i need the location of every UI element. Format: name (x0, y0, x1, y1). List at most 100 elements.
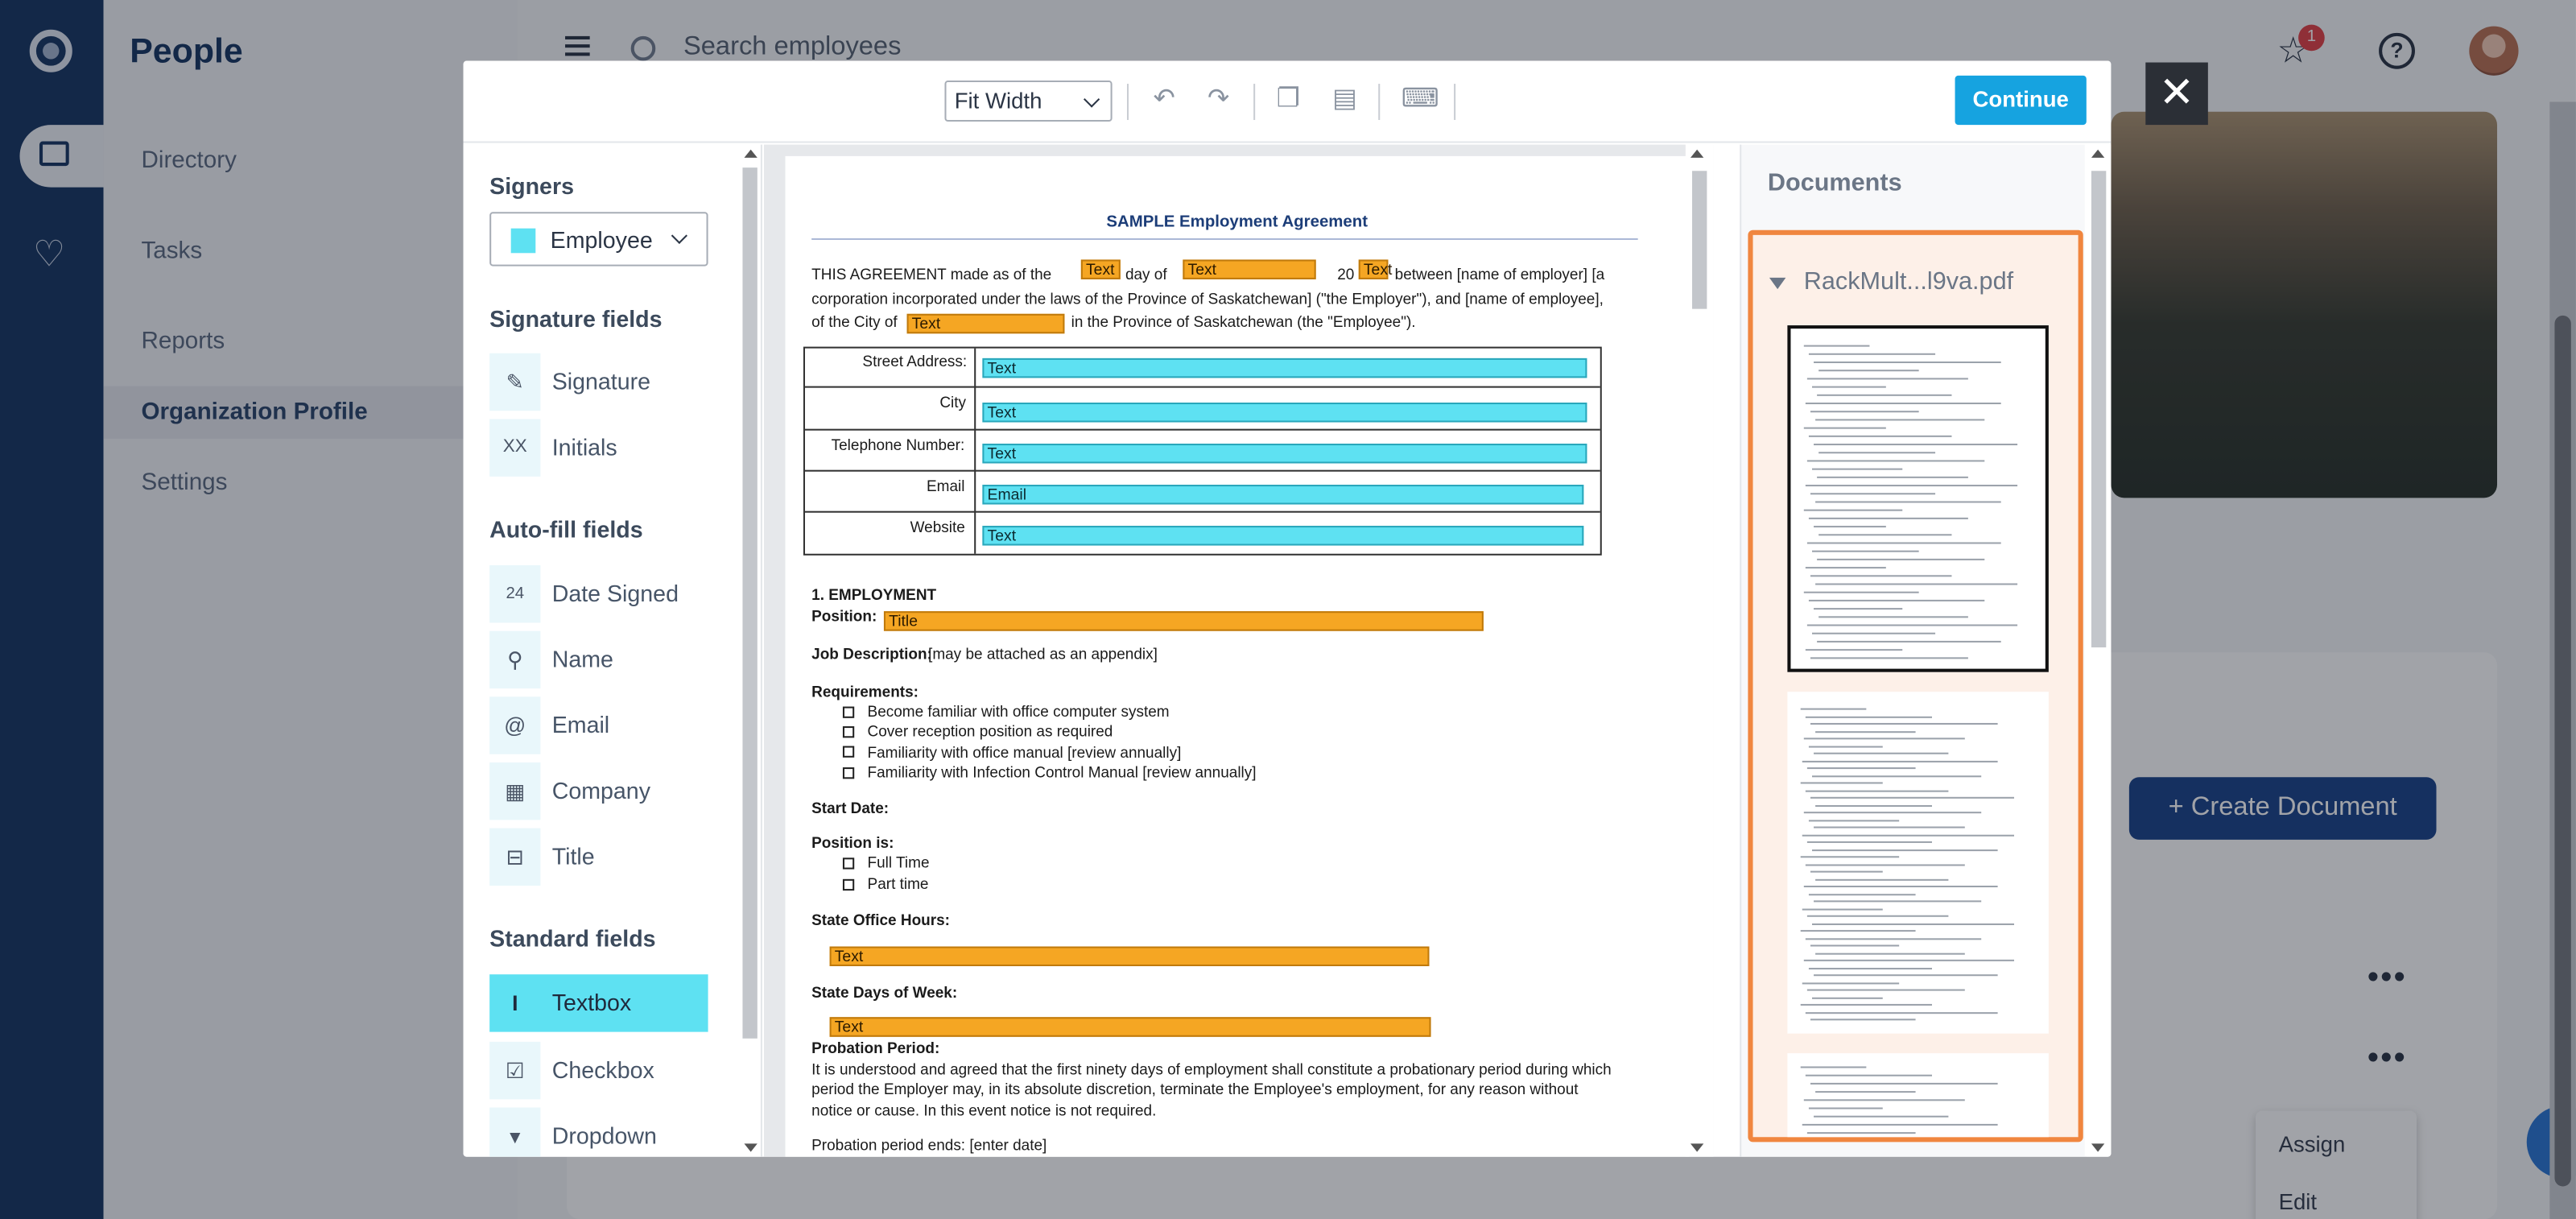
thumbnail-text-line (1802, 981, 1900, 984)
close-icon[interactable]: ✕ (2145, 62, 2208, 126)
thumbnail-text-line (1803, 738, 1965, 740)
thumbnail-text-line (1810, 796, 2015, 799)
field-company[interactable]: ▦ Company (489, 762, 708, 820)
zoom-select[interactable]: Fit Width (944, 80, 1113, 122)
intro-text: of the City of (811, 313, 898, 331)
field-signature[interactable]: ✎ Signature (489, 353, 708, 411)
thumbnail-text-line (1810, 722, 1998, 725)
thumbnail-text-line (1818, 534, 1952, 536)
continue-button[interactable]: Continue (1955, 75, 2087, 126)
scroll-down-icon[interactable] (744, 1143, 758, 1152)
probation-text: period the Employer may, in its absolute… (811, 1081, 1579, 1098)
standard-fields-heading: Standard fields (489, 924, 656, 952)
thumbnail-text-line (1814, 444, 2018, 446)
thumbnail-text-line (1814, 526, 1886, 528)
checkbox (842, 878, 855, 891)
thumbnail-text-line (1814, 974, 1998, 977)
checkbox (842, 857, 855, 870)
thumbnail-text-line (1812, 775, 1982, 777)
scrollbar-thumb[interactable] (2091, 171, 2107, 648)
intro-text: corporation incorporated under the laws … (811, 291, 1604, 308)
document-scrollbar[interactable] (1685, 144, 1714, 1157)
probation-label: Probation Period: (811, 1039, 940, 1057)
scroll-up-icon[interactable] (744, 149, 758, 158)
field-dropdown[interactable]: ▾ Dropdown (489, 1107, 708, 1157)
toolbar-divider (1454, 84, 1456, 120)
thumbnail-text-line (1802, 833, 2015, 836)
undo-icon[interactable]: ↶ (1154, 85, 1175, 115)
thumbnail-text-line (1815, 730, 1916, 733)
thumbnail-text-line (1818, 452, 1936, 454)
thumbnail-text-line (1808, 353, 1936, 355)
field-textbox[interactable]: I Textbox (489, 974, 708, 1032)
field-label: Email (551, 711, 610, 738)
field-date-signed[interactable]: 24 Date Signed (489, 565, 708, 623)
thumbnail-text-line (1800, 708, 1867, 710)
redo-icon[interactable]: ↷ (1208, 85, 1229, 115)
signer-select[interactable]: Employee (489, 212, 708, 267)
thumbnail-text-line (1812, 632, 1936, 634)
thumbnail-text-line (1806, 460, 1985, 462)
year-text-field[interactable]: Text (1358, 259, 1392, 279)
thumbnail-text-line (1810, 1019, 1916, 1021)
page-thumbnail-3[interactable] (1787, 1053, 2049, 1138)
thumbnail-text-line (1814, 1115, 1949, 1118)
documents-scrollbar[interactable] (2086, 144, 2112, 1157)
position-title-field[interactable]: Title (883, 611, 1484, 631)
intro-text: 20 (1337, 266, 1355, 283)
thumbnail-text-line (1815, 583, 2018, 585)
thumbnail-text-line (1815, 1091, 1916, 1093)
thumbnail-text-line (1812, 849, 1998, 851)
thumbnail-text-line (1805, 649, 1903, 651)
copy-icon[interactable]: ❐ (1277, 85, 1300, 115)
paste-icon[interactable]: ▤ (1332, 85, 1357, 115)
briefcase-icon: ⊟ (489, 828, 541, 886)
field-name[interactable]: ⚲ Name (489, 630, 708, 689)
scroll-down-icon[interactable] (2091, 1143, 2105, 1152)
thumbnail-text-line (1803, 959, 2015, 961)
page-thumbnail-1[interactable] (1787, 325, 2049, 672)
scroll-up-icon[interactable] (1690, 149, 1704, 158)
email-field[interactable]: Email (982, 485, 1584, 505)
checkbox (842, 726, 855, 738)
scrollbar-thumb[interactable] (1692, 171, 1707, 309)
telephone-field[interactable]: Text (982, 444, 1587, 464)
thumbnail-text-line (1808, 1107, 1883, 1109)
keyboard-icon[interactable]: ⌨ (1402, 85, 1439, 115)
field-checkbox[interactable]: ☑ Checkbox (489, 1041, 708, 1100)
month-text-field[interactable]: Text (1183, 259, 1316, 279)
days-of-week-label: State Days of Week: (811, 984, 958, 1001)
document-editor-modal: Fit Width ↶ ↷ ❐ ▤ ⌨ Continue Signers Emp… (463, 60, 2112, 1157)
scrollbar-thumb[interactable] (742, 167, 758, 1039)
city-field[interactable]: Text (982, 402, 1587, 423)
fields-panel: Signers Employee Signature fields ✎ Sign… (463, 144, 740, 1157)
zoom-value: Fit Width (954, 89, 1042, 114)
position-option: Full Time (867, 854, 930, 871)
thumbnail-text-line (1808, 745, 1883, 747)
day-text-field[interactable]: Text (1080, 259, 1121, 279)
thumbnail-text-line (1815, 419, 1985, 421)
address-table: Street Address: Text City Text Telephone… (803, 346, 1602, 556)
collapse-triangle-icon[interactable] (1769, 277, 1786, 290)
office-hours-label: State Office Hours: (811, 911, 950, 929)
street-address-field[interactable]: Text (982, 357, 1587, 378)
thumbnail-text-line (1814, 900, 1982, 903)
office-hours-field[interactable]: Text (829, 946, 1430, 966)
days-of-week-field[interactable]: Text (829, 1017, 1431, 1037)
field-email[interactable]: @ Email (489, 696, 708, 754)
field-initials[interactable]: XX Initials (489, 419, 708, 477)
field-label: Dropdown (551, 1122, 657, 1149)
field-title[interactable]: ⊟ Title (489, 828, 708, 886)
fields-scrollbar[interactable] (739, 144, 762, 1157)
document-group[interactable]: RackMult...l9va.pdf (1748, 229, 2083, 1143)
thumbnail-text-line (1806, 542, 2001, 544)
table-row: Street Address: Text (804, 349, 1600, 388)
thumbnail-text-line (1812, 468, 1903, 470)
city-text-field[interactable]: Text (906, 313, 1065, 334)
page-thumbnail-2[interactable] (1787, 692, 2049, 1034)
thumbnail-text-line (1800, 1003, 1932, 1006)
scroll-down-icon[interactable] (1690, 1143, 1704, 1152)
scroll-up-icon[interactable] (2091, 149, 2105, 158)
checkbox (842, 767, 855, 779)
website-field[interactable]: Text (982, 526, 1584, 546)
